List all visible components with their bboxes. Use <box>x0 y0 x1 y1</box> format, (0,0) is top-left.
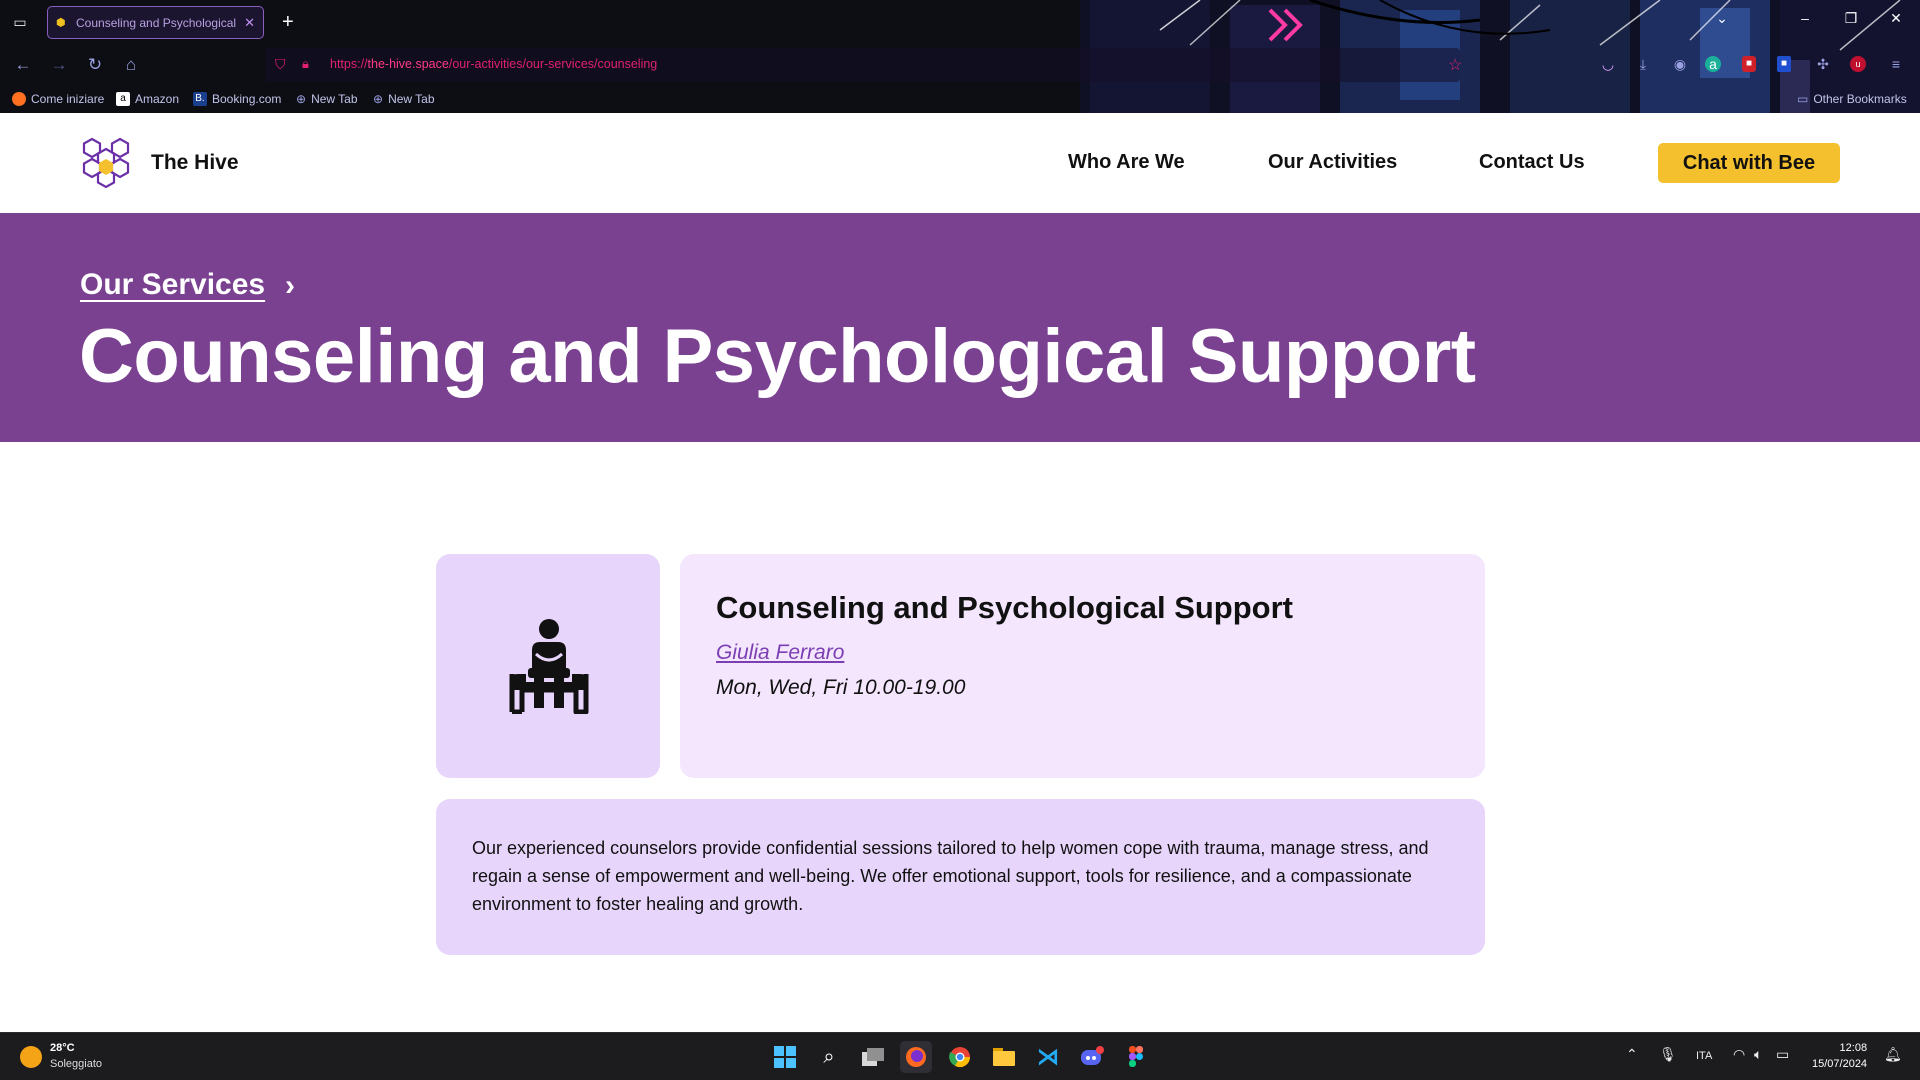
figma-icon[interactable] <box>1120 1041 1152 1073</box>
weather-description[interactable]: Soleggiato <box>50 1058 102 1070</box>
volume-icon[interactable]: 🔈︎ <box>1754 1046 1762 1063</box>
bookmark-come-iniziare[interactable]: Come iniziare <box>12 92 104 106</box>
counselor-link[interactable]: Giulia Ferraro <box>716 641 844 665</box>
bookmark-new-tab-2[interactable]: ⊕ New Tab <box>373 92 435 106</box>
firefox-icon <box>12 92 26 106</box>
bookmark-label: Amazon <box>135 92 180 106</box>
account-icon[interactable]: ◉ <box>1670 54 1690 74</box>
clock-date: 15/07/2024 <box>1812 1058 1868 1070</box>
service-icon-card <box>436 554 660 778</box>
firefox-taskbar-icon[interactable] <box>900 1041 932 1073</box>
windows-taskbar: 28°C Soleggiato ⌕ ⋊ ⌃ 🎙︎ ITA ◠ 🔈︎ ▭ 12:0… <box>0 1032 1920 1080</box>
chat-with-bee-button[interactable]: Chat with Bee <box>1658 143 1840 183</box>
reload-icon[interactable]: ↻ <box>84 54 106 76</box>
input-language[interactable]: ITA <box>1696 1050 1712 1062</box>
password-manager-icon[interactable]: ■ <box>1742 56 1756 72</box>
globe-icon: ⊕ <box>296 92 307 106</box>
wifi-icon[interactable]: ◠ <box>1733 1046 1745 1063</box>
folder-icon: ▭ <box>1797 92 1809 106</box>
bookmark-label: Booking.com <box>212 92 282 106</box>
web-page: The Hive Who Are We Our Activities Conta… <box>0 113 1920 1032</box>
hero-banner: Our Services › Counseling and Psychologi… <box>0 213 1920 442</box>
battery-icon[interactable]: ▭ <box>1776 1046 1789 1063</box>
ublock-icon[interactable]: u <box>1850 56 1866 72</box>
translate-icon[interactable]: ■ <box>1777 56 1791 72</box>
other-bookmarks-label: Other Bookmarks <box>1813 92 1907 106</box>
service-description: Our experienced counselors provide confi… <box>472 838 1429 914</box>
other-bookmarks[interactable]: ▭ Other Bookmarks <box>1797 92 1907 106</box>
bookmark-label: New Tab <box>311 92 358 106</box>
file-explorer-icon[interactable] <box>988 1041 1020 1073</box>
show-hidden-icons-icon[interactable]: ⌃ <box>1626 1046 1638 1063</box>
close-tab-icon[interactable]: ✕ <box>244 15 255 31</box>
discord-icon[interactable] <box>1076 1041 1108 1073</box>
tab-title: Counseling and Psychological <box>76 15 237 30</box>
hive-logo-icon[interactable] <box>80 135 140 193</box>
address-bar[interactable]: ⛉ 🔒︎ https://the-hive.space/our-activiti… <box>265 48 1462 82</box>
system-clock[interactable]: 12:08 15/07/2024 <box>1812 1040 1867 1072</box>
bookmark-label: New Tab <box>388 92 435 106</box>
tab-overflow-icon[interactable]: ⌄ <box>1707 10 1737 27</box>
minimize-icon[interactable]: – <box>1790 10 1820 26</box>
weather-temperature[interactable]: 28°C <box>50 1042 75 1054</box>
browser-chrome: ▭ ⬢ Counseling and Psychological ✕ + ⌄ –… <box>0 0 1920 113</box>
menu-icon[interactable]: ≡ <box>1886 54 1906 74</box>
vscode-icon[interactable]: ⋊ <box>1032 1041 1064 1073</box>
grammarly-icon[interactable]: a <box>1705 56 1721 72</box>
bookmark-star-icon[interactable]: ☆ <box>1448 55 1462 75</box>
page-title: Counseling and Psychological Support <box>79 314 1476 399</box>
chevron-right-icon: › <box>285 269 295 302</box>
url-text[interactable]: https://the-hive.space/our-activities/ou… <box>330 57 657 71</box>
service-title: Counseling and Psychological Support <box>716 590 1293 625</box>
back-icon[interactable]: ← <box>12 54 34 76</box>
breadcrumb-our-services[interactable]: Our Services <box>80 268 265 302</box>
downloads-icon[interactable]: ⤓ <box>1633 54 1653 74</box>
tab-active[interactable]: ⬢ Counseling and Psychological ✕ <box>47 6 264 39</box>
counseling-person-icon <box>509 619 589 714</box>
windows-start-icon[interactable] <box>769 1041 801 1073</box>
clock-time: 12:08 <box>1839 1042 1868 1054</box>
nav-our-activities[interactable]: Our Activities <box>1268 151 1397 174</box>
brand-name[interactable]: The Hive <box>151 151 239 175</box>
notifications-icon[interactable]: 🔔︎ <box>1884 1046 1902 1063</box>
nav-who-are-we[interactable]: Who Are We <box>1068 151 1185 174</box>
service-hours: Mon, Wed, Fri 10.00-19.00 <box>716 676 966 699</box>
globe-icon: ⊕ <box>373 92 384 106</box>
new-tab-icon[interactable]: + <box>282 10 294 34</box>
close-window-icon[interactable]: ✕ <box>1881 10 1911 27</box>
hive-favicon-icon: ⬢ <box>56 16 66 29</box>
extensions-icon[interactable]: ✣ <box>1813 54 1833 74</box>
bookmarks-bar: Come iniziare a Amazon B. Booking.com ⊕ New… <box>0 86 1920 113</box>
bookmark-label: Come iniziare <box>31 92 105 106</box>
shield-icon[interactable]: ⛉ <box>275 56 286 73</box>
pocket-icon[interactable]: ◡ <box>1598 54 1618 74</box>
restore-icon[interactable]: ❐ <box>1836 10 1866 27</box>
bookmark-amazon[interactable]: a Amazon <box>116 92 179 106</box>
service-info-card: Counseling and Psychological Support Giu… <box>680 554 1485 778</box>
task-view-icon[interactable] <box>857 1041 889 1073</box>
home-icon[interactable]: ⌂ <box>120 54 142 76</box>
lock-icon[interactable]: 🔒︎ <box>302 56 309 72</box>
nav-contact-us[interactable]: Contact Us <box>1479 151 1585 174</box>
chrome-icon[interactable] <box>944 1041 976 1073</box>
forward-icon[interactable]: → <box>48 54 70 76</box>
weather-sun-icon[interactable] <box>20 1046 42 1068</box>
tab-list-icon[interactable]: ▭ <box>10 12 30 32</box>
amazon-icon: a <box>116 92 130 106</box>
bookmark-new-tab-1[interactable]: ⊕ New Tab <box>296 92 358 106</box>
bookmark-booking[interactable]: B. Booking.com <box>193 92 281 106</box>
microphone-icon[interactable]: 🎙︎ <box>1659 1046 1677 1063</box>
booking-icon: B. <box>193 92 207 106</box>
search-icon[interactable]: ⌕ <box>813 1041 845 1073</box>
service-description-card: Our experienced counselors provide confi… <box>436 799 1485 955</box>
site-header: The Hive Who Are We Our Activities Conta… <box>0 113 1920 213</box>
